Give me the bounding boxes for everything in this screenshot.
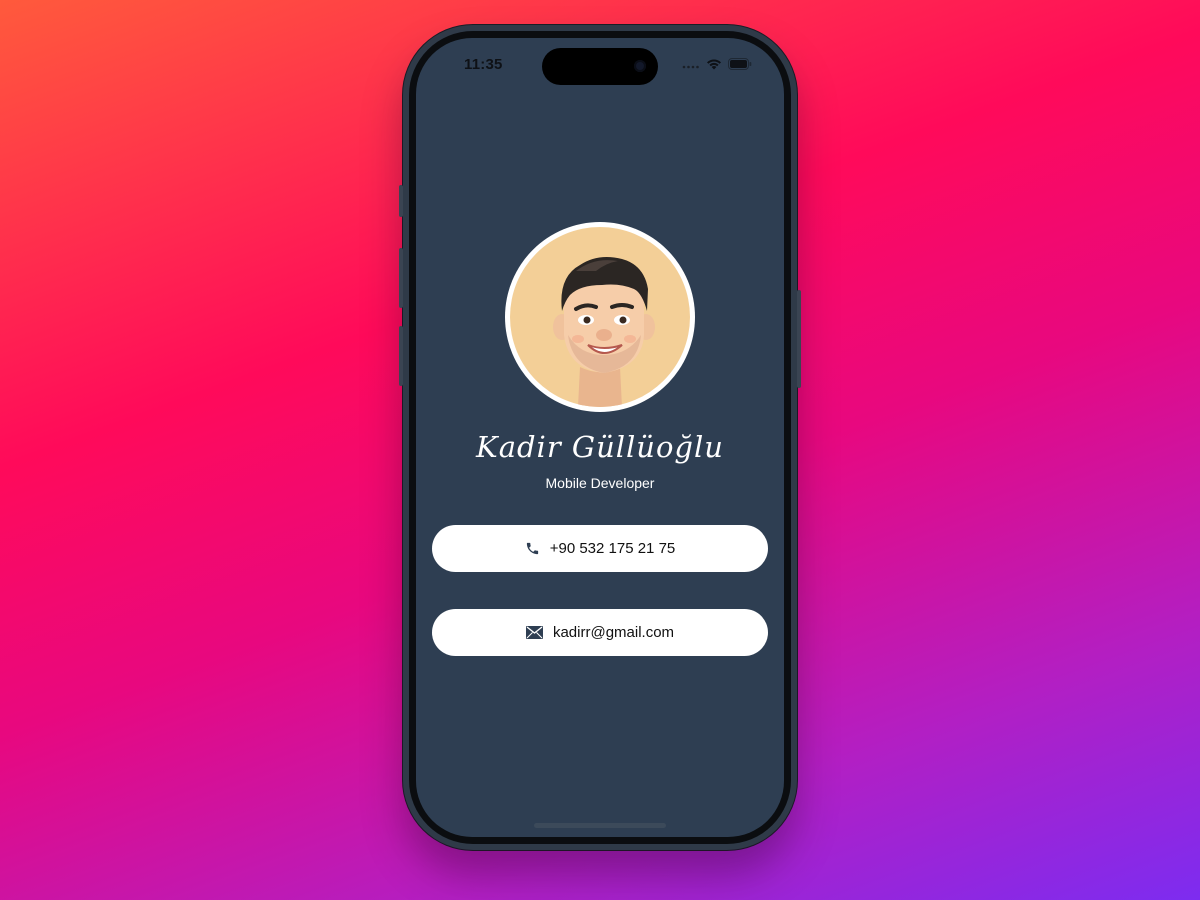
volume-down-button [399, 326, 403, 386]
memoji-avatar [510, 227, 690, 407]
wifi-icon [706, 57, 722, 75]
email-button[interactable]: kadirr@gmail.com [432, 609, 768, 656]
status-icons [682, 57, 752, 75]
phone-number: +90 532 175 21 75 [549, 540, 676, 557]
mail-icon [525, 626, 543, 639]
volume-up-button [399, 248, 403, 308]
dynamic-island [542, 48, 658, 85]
profile-name: Kadir Güllüoğlu [476, 430, 724, 464]
app-screen: 11:35 Kadir Güllüoğlu Mobile Developer +… [416, 38, 784, 837]
home-indicator[interactable] [534, 823, 666, 828]
action-button [399, 185, 403, 217]
phone-icon [525, 541, 540, 556]
front-camera [634, 60, 646, 72]
power-button [797, 290, 801, 388]
cellular-dots-icon [682, 57, 700, 75]
avatar [505, 222, 695, 412]
battery-icon [728, 57, 752, 75]
status-time: 11:35 [464, 56, 503, 73]
phone-button[interactable]: +90 532 175 21 75 [432, 525, 768, 572]
profile-title: Mobile Developer [545, 475, 655, 491]
email-address: kadirr@gmail.com [552, 624, 675, 641]
